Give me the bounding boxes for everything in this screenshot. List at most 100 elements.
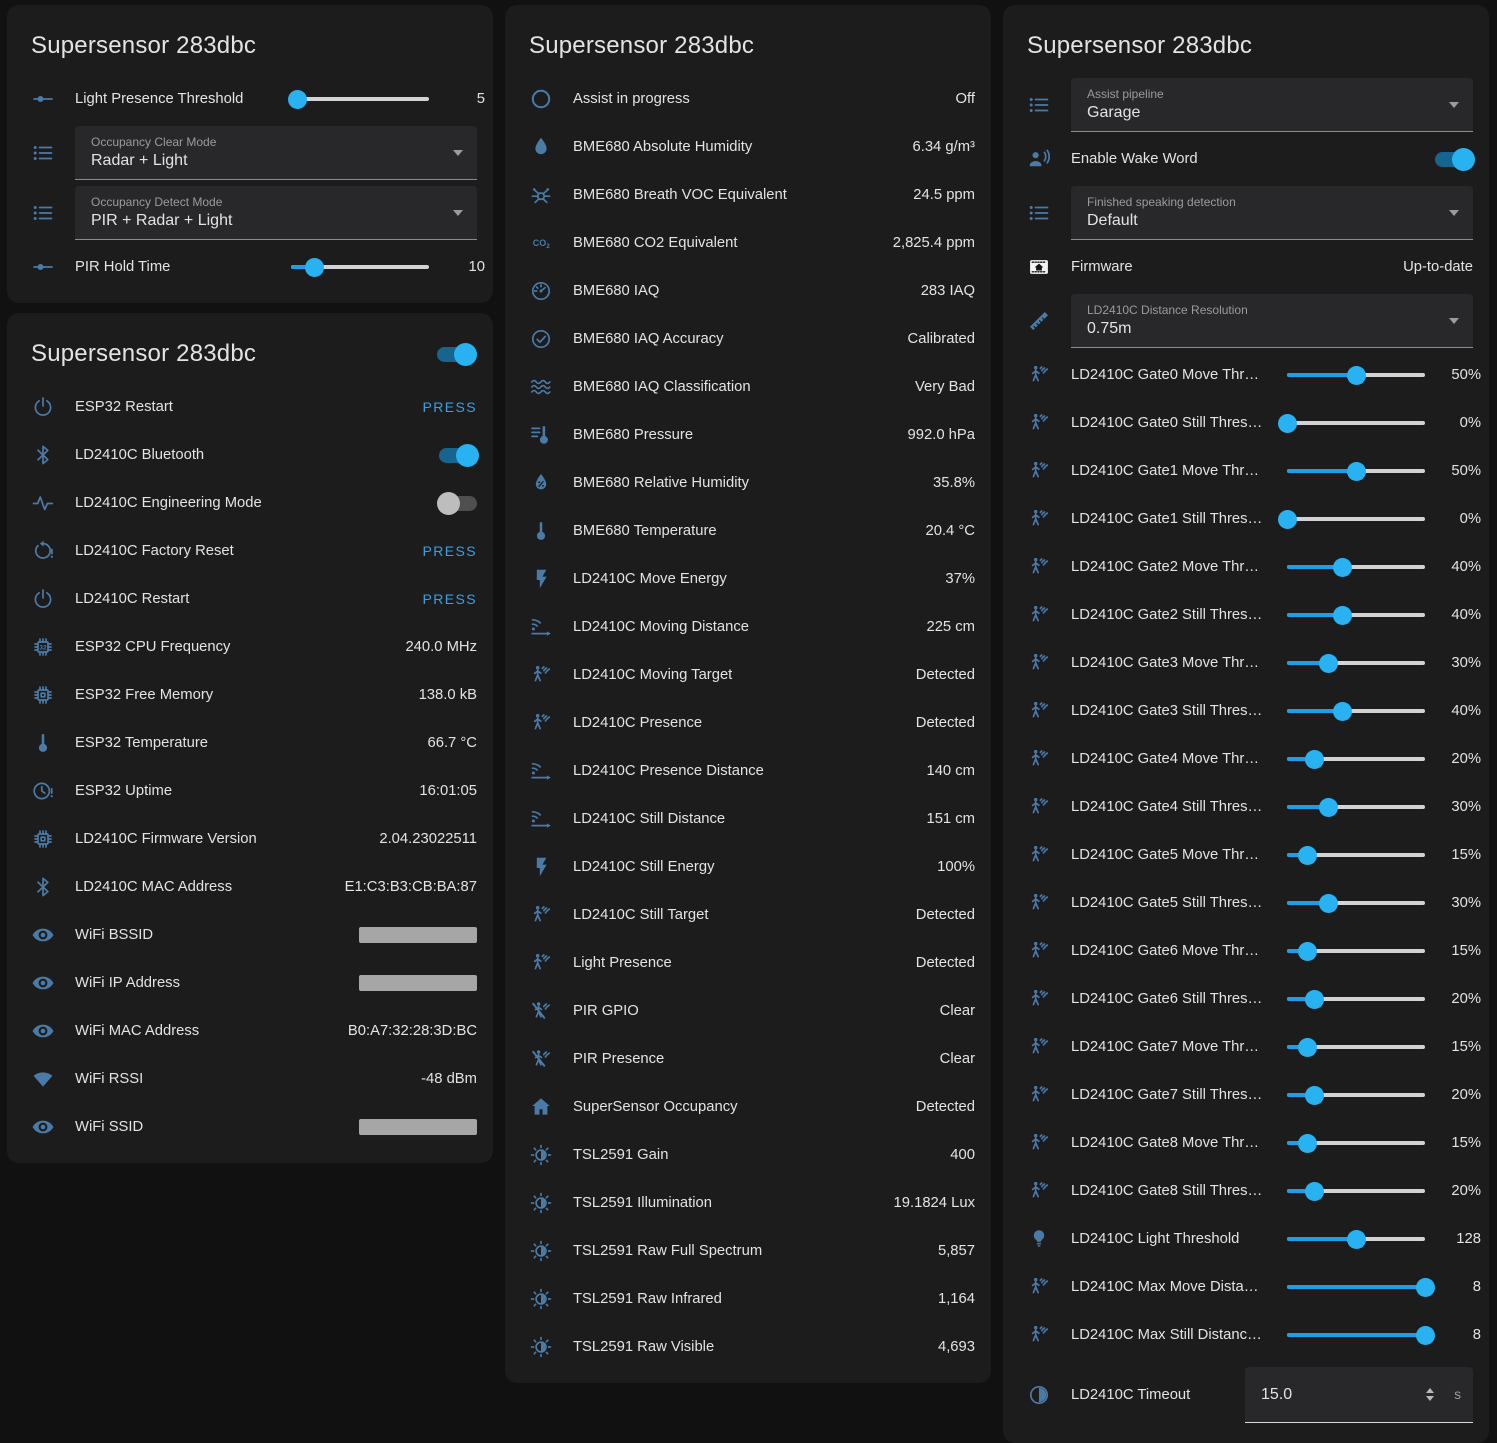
slider-ld2410c-gate7-move-thr[interactable] [1287, 1045, 1425, 1049]
slider-knob[interactable] [1298, 1038, 1317, 1057]
select-occupancy-clear-mode[interactable]: Occupancy Clear ModeRadar + Light [75, 126, 477, 180]
row-label: BME680 CO2 Equivalent [573, 235, 893, 251]
row-label: LD2410C Still Energy [573, 859, 937, 875]
slider-knob[interactable] [1278, 510, 1297, 529]
row-label: LD2410C Gate8 Still Thres… [1071, 1183, 1279, 1199]
slider-ld2410c-gate7-still-thres[interactable] [1287, 1093, 1425, 1097]
row-value: 5,857 [938, 1243, 975, 1259]
toggle-ld2410c-engineering-mode[interactable] [439, 496, 477, 511]
press-button[interactable]: PRESS [423, 591, 477, 607]
row-ld2410c-restart: LD2410C RestartPRESS [7, 575, 493, 623]
row-value: 16:01:05 [419, 783, 477, 799]
row-label: Firmware [1071, 259, 1403, 275]
row-label: ESP32 CPU Frequency [75, 639, 405, 655]
slider-knob[interactable] [1319, 798, 1338, 817]
slider-knob[interactable] [305, 258, 324, 277]
slider-knob[interactable] [1347, 366, 1366, 385]
slider-knob[interactable] [1298, 846, 1317, 865]
slider-light-presence-threshold[interactable] [291, 97, 429, 101]
slider-ld2410c-gate3-move-thr[interactable] [1287, 661, 1425, 665]
air-filter-icon [529, 375, 553, 399]
humidity-icon [529, 471, 553, 495]
select-finished-speaking-detection[interactable]: Finished speaking detectionDefault [1071, 186, 1473, 240]
motion-sensor-icon [1027, 1323, 1051, 1347]
slider-ld2410c-gate2-move-thr[interactable] [1287, 565, 1425, 569]
slider-value: 30% [1425, 799, 1481, 815]
slider-knob[interactable] [1416, 1278, 1435, 1297]
select-assist-pipeline[interactable]: Assist pipelineGarage [1071, 78, 1473, 132]
chevron-down-icon [1449, 210, 1459, 216]
slider-knob[interactable] [1298, 1134, 1317, 1153]
slider-knob[interactable] [1333, 558, 1352, 577]
press-button[interactable]: PRESS [423, 399, 477, 415]
row-ld2410c-firmware-version: LD2410C Firmware Version2.04.23022511 [7, 815, 493, 863]
home-icon [529, 1095, 553, 1119]
slider-ld2410c-gate0-still-thres[interactable] [1287, 421, 1425, 425]
row-ld2410c-max-move-dista: LD2410C Max Move Dista…8 [1003, 1263, 1489, 1311]
slider-knob[interactable] [1305, 990, 1324, 1009]
slider-ld2410c-gate5-still-thres[interactable] [1287, 901, 1425, 905]
slider-knob[interactable] [1305, 1086, 1324, 1105]
row-bme680-iaq: BME680 IAQ283 IAQ [505, 267, 991, 315]
row-value: Detected [916, 955, 975, 971]
toggle-ld2410c-bluetooth[interactable] [439, 448, 477, 463]
card-header-toggle[interactable] [437, 347, 475, 362]
motion-sensor-icon [1027, 1275, 1051, 1299]
row-label: Light Presence Threshold [75, 91, 283, 107]
brightness-icon [529, 1287, 553, 1311]
motion-sensor-icon [1027, 651, 1051, 675]
row-tsl2591-raw-full-spectrum: TSL2591 Raw Full Spectrum5,857 [505, 1227, 991, 1275]
slider-knob[interactable] [1298, 942, 1317, 961]
slider-knob[interactable] [1319, 654, 1338, 673]
slider-ld2410c-gate8-move-thr[interactable] [1287, 1141, 1425, 1145]
select-label: Finished speaking detection [1087, 195, 1236, 209]
select-occupancy-detect-mode[interactable]: Occupancy Detect ModePIR + Radar + Light [75, 186, 477, 240]
stepper-icon[interactable] [1422, 1384, 1438, 1405]
slider-knob[interactable] [1333, 702, 1352, 721]
number-input-ld2410c-timeout[interactable]: 15.0s [1245, 1367, 1473, 1423]
slider-ld2410c-gate5-move-thr[interactable] [1287, 853, 1425, 857]
slider-ld2410c-gate2-still-thres[interactable] [1287, 613, 1425, 617]
row-label: LD2410C Gate5 Move Thr… [1071, 847, 1279, 863]
press-button[interactable]: PRESS [423, 543, 477, 559]
row-label: SuperSensor Occupancy [573, 1099, 916, 1115]
slider-value: 15% [1425, 943, 1481, 959]
row-tsl2591-illumination: TSL2591 Illumination19.1824 Lux [505, 1179, 991, 1227]
slider-knob[interactable] [1416, 1326, 1435, 1345]
select-ld2410c-distance-resolution[interactable]: LD2410C Distance Resolution0.75m [1071, 294, 1473, 348]
slider-knob[interactable] [1347, 1230, 1366, 1249]
slider-knob[interactable] [288, 90, 307, 109]
slider-ld2410c-gate8-still-thres[interactable] [1287, 1189, 1425, 1193]
slider-knob[interactable] [1319, 894, 1338, 913]
row-tsl2591-gain: TSL2591 Gain400 [505, 1131, 991, 1179]
list-icon [1027, 93, 1051, 117]
slider-knob[interactable] [1305, 1182, 1324, 1201]
slider-ld2410c-gate1-still-thres[interactable] [1287, 517, 1425, 521]
slider-ld2410c-gate4-move-thr[interactable] [1287, 757, 1425, 761]
slider-ld2410c-gate0-move-thr[interactable] [1287, 373, 1425, 377]
slider-ld2410c-light-threshold[interactable] [1287, 1237, 1425, 1241]
slider-ld2410c-gate3-still-thres[interactable] [1287, 709, 1425, 713]
slider-ld2410c-gate4-still-thres[interactable] [1287, 805, 1425, 809]
row-label: BME680 IAQ Accuracy [573, 331, 908, 347]
slider-pir-hold-time[interactable] [291, 265, 429, 269]
eye-icon [31, 1115, 55, 1139]
row-label: LD2410C Light Threshold [1071, 1231, 1279, 1247]
card-header: Supersensor 283dbc [1003, 5, 1489, 75]
slider-ld2410c-gate6-move-thr[interactable] [1287, 949, 1425, 953]
select-label: Assist pipeline [1087, 87, 1164, 101]
slider-ld2410c-gate1-move-thr[interactable] [1287, 469, 1425, 473]
slider-knob[interactable] [1278, 414, 1297, 433]
toggle-enable-wake-word[interactable] [1435, 152, 1473, 167]
slider-ld2410c-gate6-still-thres[interactable] [1287, 997, 1425, 1001]
row-value: Detected [916, 715, 975, 731]
slider-knob[interactable] [1333, 606, 1352, 625]
row-finished-speaking-detection: Finished speaking detectionDefault [1003, 183, 1489, 243]
slider-ld2410c-max-still-distanc[interactable] [1287, 1333, 1425, 1337]
pulse-icon [31, 491, 55, 515]
slider-ld2410c-max-move-dista[interactable] [1287, 1285, 1425, 1289]
slider-knob[interactable] [1347, 462, 1366, 481]
slider-knob[interactable] [1305, 750, 1324, 769]
slider-fill [1287, 1237, 1356, 1241]
row-label: ESP32 Uptime [75, 783, 419, 799]
